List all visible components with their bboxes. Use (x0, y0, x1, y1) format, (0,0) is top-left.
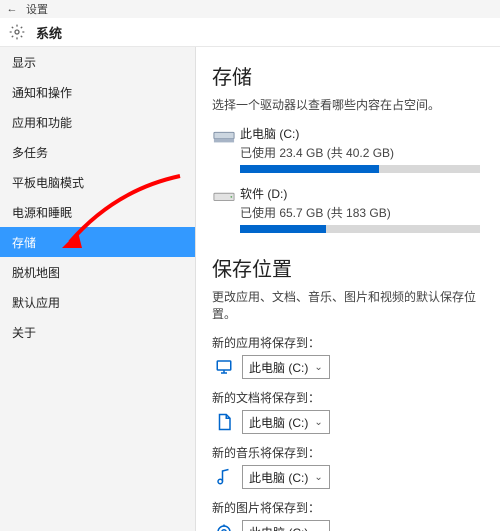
save-dropdown-apps[interactable]: 此电脑 (C:) ⌄ (242, 355, 330, 379)
save-row-music: 新的音乐将保存到： 此电脑 (C:) ⌄ (212, 444, 484, 489)
page-title: 存储 (212, 61, 484, 90)
sidebar-item-label: 多任务 (12, 144, 48, 161)
sidebar-item-display[interactable]: 显示 (0, 47, 195, 77)
drive-row-d[interactable]: 软件 (D:) 已使用 65.7 GB (共 183 GB) (212, 185, 484, 233)
target-icon (212, 523, 236, 531)
gear-icon (8, 23, 26, 41)
save-row-label: 新的文档将保存到： (212, 389, 484, 406)
monitor-icon (212, 358, 236, 376)
sidebar-item-label: 平板电脑模式 (12, 174, 84, 191)
sidebar-item-tablet[interactable]: 平板电脑模式 (0, 167, 195, 197)
save-row-label: 新的应用将保存到： (212, 334, 484, 351)
drive-usage-fill (240, 225, 326, 233)
app-header: 系统 (0, 18, 500, 46)
sidebar-item-label: 电源和睡眠 (12, 204, 72, 221)
drive-name: 软件 (D:) (240, 185, 484, 202)
titlebar: ← 设置 (0, 0, 500, 18)
save-locations-subtitle: 更改应用、文档、音乐、图片和视频的默认保存位置。 (212, 288, 484, 322)
back-button[interactable]: ← (4, 3, 20, 15)
sidebar-item-default-apps[interactable]: 默认应用 (0, 287, 195, 317)
sidebar-item-label: 存储 (12, 234, 36, 251)
save-dropdown-pictures[interactable]: 此电脑 (C:) ⌄ (242, 520, 330, 531)
sidebar-item-storage[interactable]: 存储 (0, 227, 195, 257)
sidebar-item-label: 通知和操作 (12, 84, 72, 101)
save-row-apps: 新的应用将保存到： 此电脑 (C:) ⌄ (212, 334, 484, 379)
sidebar-item-apps[interactable]: 应用和功能 (0, 107, 195, 137)
save-row-documents: 新的文档将保存到： 此电脑 (C:) ⌄ (212, 389, 484, 434)
save-locations-title: 保存位置 (212, 253, 484, 282)
drive-icon (212, 185, 236, 207)
window-title: 设置 (26, 1, 48, 17)
chevron-down-icon: ⌄ (314, 527, 322, 531)
main-panel: 存储 选择一个驱动器以查看哪些内容在占空间。 此电脑 (C:) 已使用 23.4… (196, 47, 500, 531)
sidebar-item-offline-maps[interactable]: 脱机地图 (0, 257, 195, 287)
drive-name: 此电脑 (C:) (240, 125, 484, 142)
save-dropdown-documents[interactable]: 此电脑 (C:) ⌄ (242, 410, 330, 434)
sidebar-item-about[interactable]: 关于 (0, 317, 195, 347)
sidebar-item-power[interactable]: 电源和睡眠 (0, 197, 195, 227)
chevron-down-icon: ⌄ (314, 362, 322, 373)
chevron-down-icon: ⌄ (314, 472, 322, 483)
drive-row-c[interactable]: 此电脑 (C:) 已使用 23.4 GB (共 40.2 GB) (212, 125, 484, 173)
sidebar-item-label: 显示 (12, 54, 36, 71)
sidebar-item-label: 脱机地图 (12, 264, 60, 281)
drive-usage-fill (240, 165, 379, 173)
drive-usage-bar (240, 225, 480, 233)
storage-subtitle: 选择一个驱动器以查看哪些内容在占空间。 (212, 96, 484, 113)
dropdown-value: 此电脑 (C:) (249, 359, 308, 376)
document-icon (212, 413, 236, 431)
sidebar-item-label: 应用和功能 (12, 114, 72, 131)
save-row-label: 新的音乐将保存到： (212, 444, 484, 461)
dropdown-value: 此电脑 (C:) (249, 414, 308, 431)
drive-usage-text: 已使用 65.7 GB (共 183 GB) (240, 204, 484, 221)
drive-icon (212, 125, 236, 147)
sidebar-item-multitask[interactable]: 多任务 (0, 137, 195, 167)
sidebar-item-label: 关于 (12, 324, 36, 341)
dropdown-value: 此电脑 (C:) (249, 524, 308, 531)
sidebar-item-label: 默认应用 (12, 294, 60, 311)
music-icon (212, 468, 236, 486)
save-dropdown-music[interactable]: 此电脑 (C:) ⌄ (242, 465, 330, 489)
save-row-pictures: 新的图片将保存到： 此电脑 (C:) ⌄ (212, 499, 484, 531)
sidebar: 显示 通知和操作 应用和功能 多任务 平板电脑模式 电源和睡眠 存储 脱机地图 … (0, 47, 196, 531)
drive-usage-text: 已使用 23.4 GB (共 40.2 GB) (240, 144, 484, 161)
dropdown-value: 此电脑 (C:) (249, 469, 308, 486)
header-title: 系统 (36, 23, 62, 42)
drive-usage-bar (240, 165, 480, 173)
sidebar-item-notifications[interactable]: 通知和操作 (0, 77, 195, 107)
save-row-label: 新的图片将保存到： (212, 499, 484, 516)
chevron-down-icon: ⌄ (314, 417, 322, 428)
